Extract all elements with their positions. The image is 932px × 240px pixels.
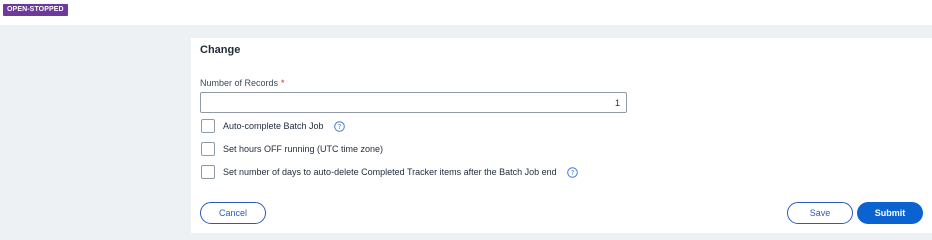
option-row-hours-off[interactable]: Set hours OFF running (UTC time zone) bbox=[201, 142, 383, 156]
status-badge: OPEN-STOPPED bbox=[3, 4, 68, 16]
cancel-button[interactable]: Cancel bbox=[200, 202, 266, 224]
hours-off-checkbox[interactable] bbox=[201, 142, 215, 156]
top-bar: OPEN-STOPPED bbox=[0, 0, 932, 25]
save-button[interactable]: Save bbox=[787, 202, 853, 224]
auto-complete-label: Auto-complete Batch Job bbox=[223, 121, 324, 131]
change-panel: Change Number of Records* Auto-complete … bbox=[191, 38, 932, 233]
submit-button[interactable]: Submit bbox=[857, 202, 923, 224]
help-icon[interactable]: ? bbox=[333, 120, 345, 132]
number-of-records-input[interactable] bbox=[200, 92, 627, 113]
svg-text:?: ? bbox=[337, 123, 341, 131]
auto-complete-checkbox[interactable] bbox=[201, 119, 215, 133]
required-marker: * bbox=[281, 78, 285, 88]
left-gutter bbox=[0, 38, 191, 233]
records-field-label: Number of Records * bbox=[200, 78, 285, 88]
option-row-auto-delete[interactable]: Set number of days to auto-delete Comple… bbox=[201, 165, 578, 179]
auto-delete-label: Set number of days to auto-delete Comple… bbox=[223, 167, 557, 177]
help-icon[interactable]: ? bbox=[566, 166, 578, 178]
panel-title: Change bbox=[200, 44, 241, 56]
auto-delete-checkbox[interactable] bbox=[201, 165, 215, 179]
records-label-text: Number of Records bbox=[200, 78, 279, 88]
option-row-auto-complete[interactable]: Auto-complete Batch Job ? bbox=[201, 119, 345, 133]
hours-off-label: Set hours OFF running (UTC time zone) bbox=[223, 144, 384, 154]
svg-text:?: ? bbox=[570, 169, 574, 177]
